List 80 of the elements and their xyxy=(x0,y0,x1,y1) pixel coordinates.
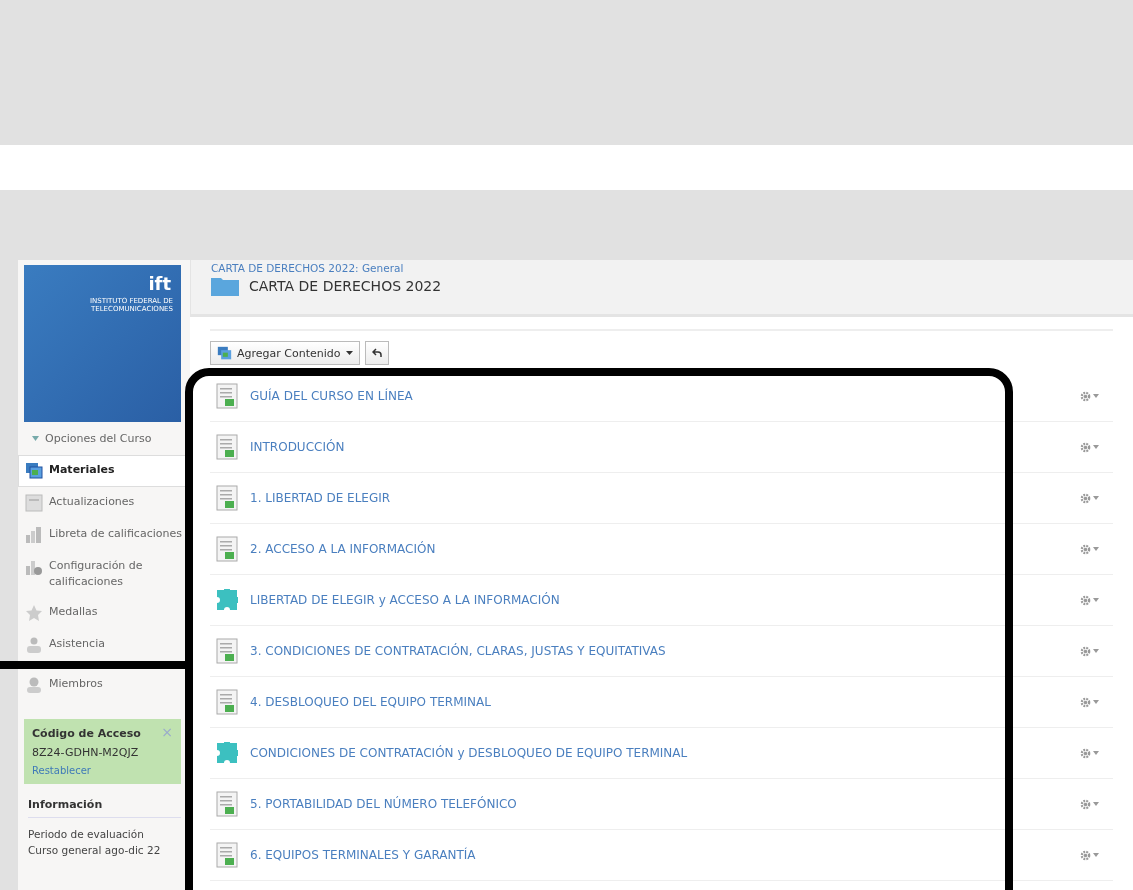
gear-menu-button[interactable] xyxy=(1080,849,1099,861)
gear-menu-button[interactable] xyxy=(1080,798,1099,810)
breadcrumb-link[interactable]: CARTA DE DERECHOS 2022: General xyxy=(211,262,1133,274)
chart-gear-icon xyxy=(25,558,43,576)
settings-icon xyxy=(1080,390,1091,402)
material-link[interactable]: 3. CONDICIONES DE CONTRATACIÓN, CLARAS, JUSTAS Y EQUITATIVAS xyxy=(250,644,1068,658)
sidebar-item[interactable]: Asistencia xyxy=(18,629,190,661)
material-link[interactable]: LIBERTAD DE ELEGIR y ACCESO A LA INFORMACIÓN xyxy=(250,593,1068,607)
page-title: CARTA DE DERECHOS 2022 xyxy=(249,278,442,294)
sidebar-item[interactable]: Configuración de calificaciones xyxy=(18,551,190,597)
settings-icon xyxy=(1080,696,1091,708)
star-icon xyxy=(25,604,43,622)
caret-icon xyxy=(1093,496,1099,500)
info-text: Periodo de evaluación xyxy=(28,827,145,842)
sidebar-item[interactable]: Miembros xyxy=(18,669,190,701)
person-icon xyxy=(25,636,43,654)
document-icon xyxy=(216,791,238,817)
document-icon xyxy=(25,494,43,512)
settings-icon xyxy=(1080,747,1091,759)
material-link[interactable]: CONDICIONES DE CONTRATACIÓN y DESBLOQUEO DE EQUIPO TERMINAL xyxy=(250,746,1068,760)
gear-menu-button[interactable] xyxy=(1080,492,1099,504)
caret-icon xyxy=(1093,547,1099,551)
info-title: Información xyxy=(28,798,181,818)
caret-icon xyxy=(1093,751,1099,755)
gear-menu-button[interactable] xyxy=(1080,696,1099,708)
puzzle-icon xyxy=(216,742,238,764)
caret-icon xyxy=(32,436,39,441)
gear-menu-button[interactable] xyxy=(1080,390,1099,402)
caret-icon xyxy=(1093,802,1099,806)
material-link[interactable]: 1. LIBERTAD DE ELEGIR xyxy=(250,491,1068,505)
sidebar-item[interactable]: Medallas xyxy=(18,597,190,629)
material-link[interactable]: 5. PORTABILIDAD DEL NÚMERO TELEFÓNICO xyxy=(250,797,1068,811)
puzzle-icon xyxy=(216,589,238,611)
material-link[interactable]: GUÍA DEL CURSO EN LÍNEA xyxy=(250,389,1068,403)
document-icon xyxy=(216,485,238,511)
settings-icon xyxy=(1080,492,1091,504)
document-icon xyxy=(216,434,238,460)
info-text: Curso general ago-dic 22 xyxy=(28,843,162,858)
undo-icon xyxy=(371,348,382,358)
document-icon xyxy=(216,689,238,715)
person-icon xyxy=(25,676,43,694)
sidebar-item[interactable]: Actualizaciones xyxy=(18,487,190,519)
material-link[interactable]: 2. ACCESO A LA INFORMACIÓN xyxy=(250,542,1068,556)
settings-icon xyxy=(1080,594,1091,606)
material-link[interactable]: 6. EQUIPOS TERMINALES Y GARANTÍA xyxy=(250,848,1068,862)
gear-menu-button[interactable] xyxy=(1080,543,1099,555)
logo-text: ift xyxy=(148,273,171,294)
gear-menu-button[interactable] xyxy=(1080,747,1099,759)
add-content-button[interactable]: Agregar Contenido xyxy=(210,341,360,365)
document-icon xyxy=(216,383,238,409)
caret-icon xyxy=(1093,700,1099,704)
caret-icon xyxy=(1093,394,1099,398)
caret-icon xyxy=(1093,445,1099,449)
chart-bars-icon xyxy=(25,526,43,544)
course-options-toggle[interactable]: Opciones del Curso xyxy=(18,422,190,455)
gear-menu-button[interactable] xyxy=(1080,594,1099,606)
materials-icon xyxy=(217,345,232,361)
gear-menu-button[interactable] xyxy=(1080,645,1099,657)
caret-icon xyxy=(1093,853,1099,857)
access-code: 8Z24-GDHN-M2QJZ xyxy=(32,746,139,759)
settings-icon xyxy=(1080,645,1091,657)
sidebar-item[interactable]: Libreta de calificaciones xyxy=(18,519,190,551)
document-icon xyxy=(216,842,238,868)
document-icon xyxy=(216,536,238,562)
materials-icon xyxy=(25,462,43,480)
settings-icon xyxy=(1080,543,1091,555)
settings-icon xyxy=(1080,798,1091,810)
settings-icon xyxy=(1080,849,1091,861)
reset-link[interactable]: Restablecer xyxy=(32,765,91,776)
settings-icon xyxy=(1080,441,1091,453)
gear-menu-button[interactable] xyxy=(1080,441,1099,453)
access-code-title: Código de Acceso xyxy=(32,727,141,740)
document-icon xyxy=(216,638,238,664)
caret-icon xyxy=(1093,598,1099,602)
folder-icon xyxy=(211,276,239,296)
caret-icon xyxy=(345,351,353,355)
undo-button[interactable] xyxy=(364,341,389,365)
caret-icon xyxy=(1093,649,1099,653)
material-link[interactable]: INTRODUCCIÓN xyxy=(250,440,1068,454)
material-link[interactable]: 4. DESBLOQUEO DEL EQUIPO TERMINAL xyxy=(250,695,1068,709)
